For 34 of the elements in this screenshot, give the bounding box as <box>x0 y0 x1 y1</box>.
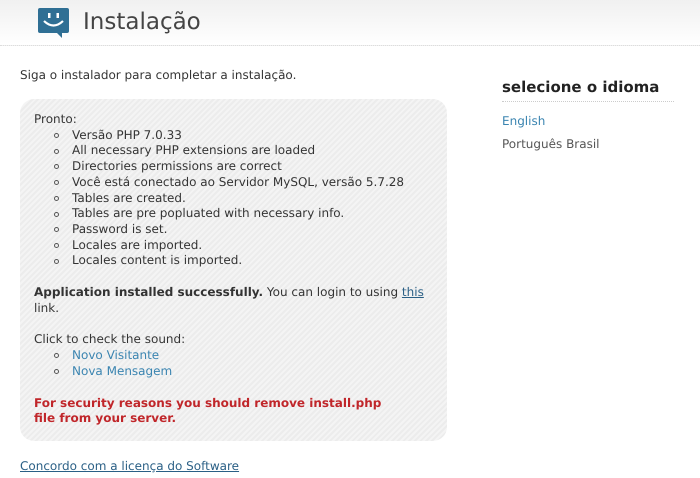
check-item: Você está conectado ao Servidor MySQL, versão 5.7.28 <box>72 174 404 191</box>
bullet-icon <box>54 164 59 170</box>
language-link[interactable]: Português Brasil <box>502 136 600 150</box>
bullet-icon <box>54 212 59 217</box>
smiley-chat-icon <box>38 8 69 38</box>
bullet-icon <box>54 258 59 264</box>
page-title: Instalação <box>83 8 201 38</box>
check-item: Versão PHP 7.0.33 <box>72 128 182 144</box>
success-message: Application installed successfully. You can login to using this link. <box>34 285 425 316</box>
login-link[interactable]: this <box>402 285 424 300</box>
status-heading: Pronto: <box>34 112 78 128</box>
bullet-icon <box>54 196 59 201</box>
sidebar-title: selecione o idioma <box>502 76 674 102</box>
bullet-icon <box>54 353 59 358</box>
check-item: All necessary PHP extensions are loaded <box>72 143 316 160</box>
language-link[interactable]: English <box>502 114 546 128</box>
check-item: Password is set. <box>72 222 168 238</box>
bullet-icon <box>54 180 59 186</box>
bullet-icon <box>54 148 59 154</box>
bullet-icon <box>54 242 59 248</box>
sound-link[interactable]: Novo Visitante <box>72 348 160 364</box>
check-item: Tables are pre popluated with necessary info. <box>72 206 344 222</box>
bullet-icon <box>54 133 59 138</box>
bullet-icon <box>54 227 59 232</box>
bullet-icon <box>54 369 59 374</box>
check-item: Locales content is imported. <box>72 253 242 270</box>
check-item: Locales are imported. <box>72 238 202 254</box>
security-warning: For security reasons you should remove install.php file from your server. <box>34 396 382 427</box>
check-item: Directories permissions are correct <box>72 159 282 175</box>
check-item: Tables are created. <box>72 190 186 206</box>
sound-heading: Click to check the sound: <box>34 332 186 348</box>
sound-link[interactable]: Nova Mensagem <box>72 364 172 380</box>
license-link[interactable]: Concordo com a licença do Software <box>20 456 240 475</box>
intro-text: Siga o instalador para completar a instalação. <box>20 67 298 84</box>
